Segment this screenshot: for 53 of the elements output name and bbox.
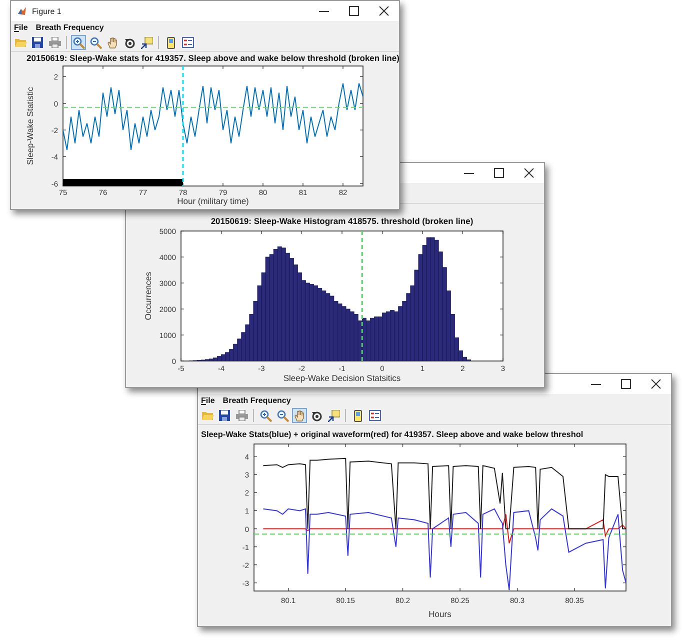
minimize-icon bbox=[319, 10, 329, 12]
zoom-in-icon bbox=[260, 410, 272, 422]
colorbar-icon bbox=[354, 410, 362, 422]
data-cursor-button[interactable] bbox=[139, 35, 154, 50]
zoom-out-icon bbox=[276, 410, 288, 422]
menu-item[interactable]: Breath Frequency bbox=[222, 396, 291, 405]
zoom-out-button[interactable] bbox=[88, 35, 103, 50]
legend-button[interactable] bbox=[180, 35, 195, 50]
printer-icon bbox=[48, 37, 60, 48]
menu-item[interactable]: File bbox=[14, 23, 28, 32]
axis-label: Sleep-Wake Statistic bbox=[25, 86, 35, 166]
maximize-icon bbox=[621, 379, 631, 389]
axis-label: Occurrences bbox=[143, 272, 153, 320]
printer-icon bbox=[236, 410, 248, 421]
legend-icon bbox=[182, 37, 194, 48]
zoom-out-icon bbox=[90, 36, 102, 48]
print-button[interactable] bbox=[234, 408, 249, 423]
data-cursor-button[interactable] bbox=[326, 408, 341, 423]
hand-icon bbox=[294, 410, 306, 422]
close-icon bbox=[524, 168, 534, 178]
hand-icon bbox=[106, 36, 118, 48]
axis-label: Sleep-Wake Decision Statsitics bbox=[283, 373, 401, 383]
zoom-in-button[interactable] bbox=[258, 408, 273, 423]
save-button[interactable] bbox=[217, 408, 232, 423]
close-icon bbox=[651, 379, 661, 389]
data-cursor-icon bbox=[328, 410, 340, 422]
maximize-icon bbox=[494, 168, 504, 178]
zoom-in-button[interactable] bbox=[71, 35, 86, 50]
pan-button[interactable] bbox=[105, 35, 120, 50]
folder-icon bbox=[14, 38, 26, 48]
chart-title: Sleep-Wake Stats(blue) + original waveform(red) for 419357. Sleep above and wake below threshol bbox=[201, 430, 584, 439]
menu-item[interactable]: Breath Frequency bbox=[36, 23, 104, 32]
app-icon bbox=[17, 6, 27, 16]
close-icon bbox=[379, 6, 389, 16]
rotate-icon bbox=[310, 410, 322, 422]
minimize-icon bbox=[464, 172, 474, 174]
save-button[interactable] bbox=[30, 35, 45, 50]
maximize-icon bbox=[349, 6, 359, 16]
legend-button[interactable] bbox=[367, 408, 382, 423]
legend-icon bbox=[368, 410, 380, 421]
data-cursor-icon bbox=[140, 36, 152, 48]
print-button[interactable] bbox=[47, 35, 62, 50]
rotate-icon bbox=[124, 36, 136, 48]
colorbar-icon bbox=[166, 36, 174, 48]
menu-item[interactable]: File bbox=[201, 396, 215, 405]
chart-title: 20150619: Sleep-Wake stats for 419357. Sleep above and wake below threshold (broken line) bbox=[26, 53, 399, 63]
axis-label: Hour (military time) bbox=[177, 196, 249, 206]
zoom-out-button[interactable] bbox=[275, 408, 290, 423]
window-title: Figure 1 bbox=[32, 6, 62, 16]
axis-label: Hours bbox=[428, 609, 452, 619]
folder-icon bbox=[202, 410, 214, 420]
zoom-in-icon bbox=[72, 36, 84, 48]
chart-title: 20150619: Sleep-Wake Histogram 418575. threshold (broken line) bbox=[210, 216, 474, 226]
